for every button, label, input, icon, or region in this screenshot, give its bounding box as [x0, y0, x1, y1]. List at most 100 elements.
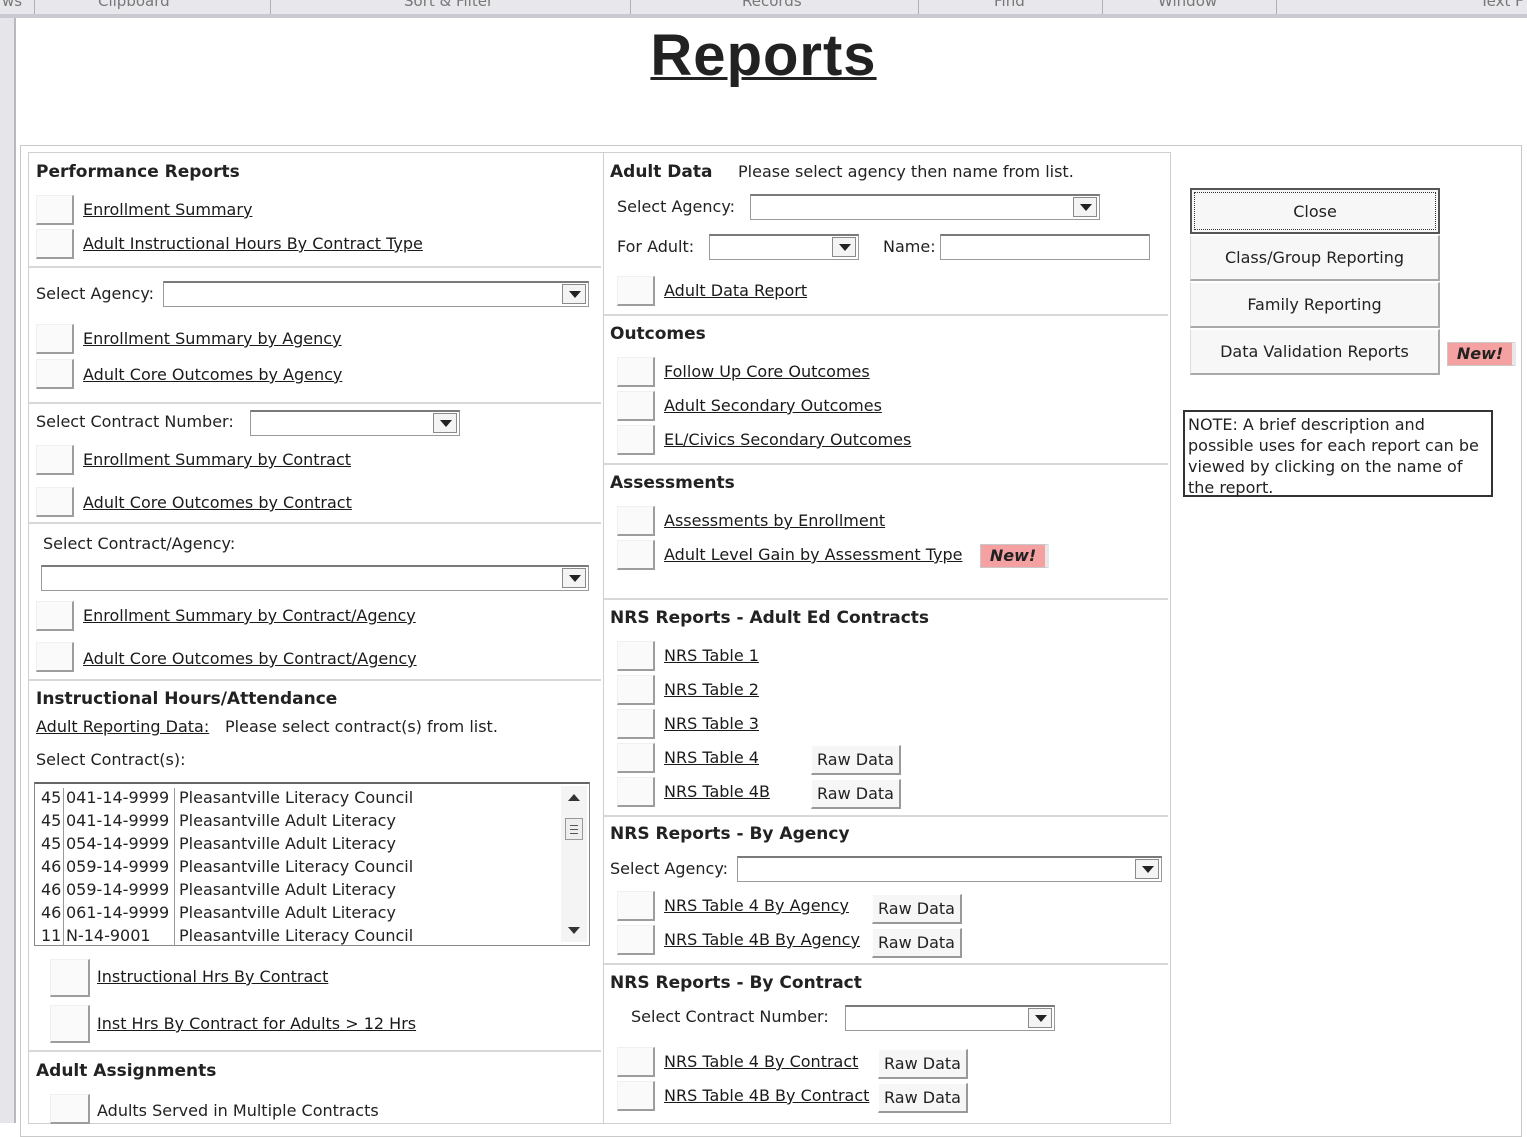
- level-gain-button[interactable]: [617, 540, 655, 570]
- close-button[interactable]: Close: [1190, 188, 1440, 234]
- select-agency-label: Select Agency:: [36, 284, 155, 303]
- chevron-down-icon[interactable]: [832, 237, 856, 257]
- adult-data-report-link[interactable]: Adult Data Report: [664, 281, 807, 300]
- instr-by-contract-link[interactable]: Instructional Hrs By Contract: [97, 967, 328, 986]
- enroll-by-contract-agency-button[interactable]: [36, 601, 74, 631]
- core-by-agency-button[interactable]: [36, 359, 74, 389]
- assessments-enrollment-link[interactable]: Assessments by Enrollment: [664, 511, 885, 530]
- nrs-agency-select[interactable]: [737, 856, 1162, 882]
- follow-up-link[interactable]: Follow Up Core Outcomes: [664, 362, 870, 381]
- nrs-table-2-button[interactable]: [617, 675, 655, 705]
- core-by-contract-agency-button[interactable]: [36, 642, 74, 672]
- instr-by-contract-button[interactable]: [50, 959, 90, 997]
- nrs-table-4b-agency-button[interactable]: [617, 925, 655, 955]
- chevron-down-icon[interactable]: [433, 413, 457, 433]
- scroll-down-icon[interactable]: [568, 927, 580, 934]
- follow-up-button[interactable]: [617, 357, 655, 387]
- agency-select[interactable]: [163, 281, 589, 307]
- list-item[interactable]: 45 041-14-9999 Pleasantville Adult Literac…: [35, 811, 555, 834]
- nrs-table-3-link[interactable]: NRS Table 3: [664, 714, 759, 733]
- class-group-reporting-button[interactable]: Class/Group Reporting: [1190, 235, 1440, 281]
- multiple-contracts-label[interactable]: Adults Served in Multiple Contracts: [97, 1101, 379, 1120]
- nrs-table-2-link[interactable]: NRS Table 2: [664, 680, 759, 699]
- enroll-by-contract-agency-link[interactable]: Enrollment Summary by Contract/Agency: [83, 606, 416, 625]
- nrs-table-4-agency-link[interactable]: NRS Table 4 By Agency: [664, 896, 849, 915]
- core-by-contract-agency-link[interactable]: Adult Core Outcomes by Contract/Agency: [83, 649, 417, 668]
- enroll-by-agency-button[interactable]: [36, 324, 74, 354]
- adult-data-agency-select[interactable]: [750, 194, 1100, 220]
- nrs-contract-4-raw-data-button[interactable]: Raw Data: [878, 1049, 968, 1079]
- navigation-pane-edge[interactable]: [0, 18, 16, 1123]
- adult-data-report-button[interactable]: [617, 276, 655, 306]
- nrs-table-3-button[interactable]: [617, 709, 655, 739]
- adult-data-agency-label: Select Agency:: [617, 197, 736, 216]
- secondary-outcomes-link[interactable]: Adult Secondary Outcomes: [664, 396, 882, 415]
- nrs-table-4-button[interactable]: [617, 743, 655, 773]
- for-adult-select[interactable]: [709, 234, 859, 260]
- secondary-outcomes-button[interactable]: [617, 391, 655, 421]
- report-note: NOTE: A brief description and possible u…: [1183, 410, 1493, 497]
- scroll-thumb[interactable]: [565, 818, 583, 840]
- scroll-up-icon[interactable]: [568, 794, 580, 801]
- assessments-enrollment-button[interactable]: [617, 506, 655, 536]
- adult-instr-hours-button[interactable]: [36, 229, 74, 259]
- data-validation-reports-button[interactable]: Data Validation Reports: [1190, 329, 1440, 375]
- contract-number-select[interactable]: [250, 410, 460, 436]
- core-by-agency-link[interactable]: Adult Core Outcomes by Agency: [83, 365, 342, 384]
- nrs-table-4-agency-button[interactable]: [617, 891, 655, 921]
- enroll-by-contract-button[interactable]: [36, 445, 74, 475]
- multiple-contracts-button[interactable]: [50, 1094, 90, 1124]
- chevron-down-icon[interactable]: [562, 284, 586, 304]
- chevron-down-icon[interactable]: [562, 568, 586, 588]
- nrs-agency-select-label: Select Agency:: [610, 859, 729, 878]
- nrs-table-4-raw-data-button[interactable]: Raw Data: [811, 745, 901, 775]
- nrs-table-4b-agency-link[interactable]: NRS Table 4B By Agency: [664, 930, 860, 949]
- inst-over-12-button[interactable]: [50, 1005, 90, 1043]
- nrs-table-4b-link[interactable]: NRS Table 4B: [664, 782, 770, 801]
- family-reporting-button[interactable]: Family Reporting: [1190, 282, 1440, 328]
- core-by-contract-button[interactable]: [36, 487, 74, 517]
- adult-reporting-data-link[interactable]: Adult Reporting Data:: [36, 717, 209, 736]
- list-item[interactable]: 46 059-14-9999 Pleasantville Literacy Coun…: [35, 857, 555, 880]
- nrs-table-4-contract-button[interactable]: [617, 1047, 655, 1077]
- nrs-table-1-link[interactable]: NRS Table 1: [664, 646, 759, 665]
- assignments-heading: Adult Assignments: [36, 1061, 217, 1081]
- list-item[interactable]: 46 061-14-9999 Pleasantville Adult Literac…: [35, 903, 555, 926]
- chevron-down-icon[interactable]: [1073, 197, 1097, 217]
- list-scrollbar[interactable]: [561, 786, 587, 942]
- nrs-agency-4b-raw-data-button[interactable]: Raw Data: [872, 928, 962, 958]
- enroll-by-agency-link[interactable]: Enrollment Summary by Agency: [83, 329, 342, 348]
- nrs-contract-select-label: Select Contract Number:: [631, 1007, 829, 1026]
- nrs-table-1-button[interactable]: [617, 641, 655, 671]
- nrs-agency-4-raw-data-button[interactable]: Raw Data: [872, 894, 962, 924]
- select-contracts-label: Select Contract(s):: [36, 750, 186, 769]
- assessments-heading: Assessments: [610, 473, 735, 493]
- level-gain-link[interactable]: Adult Level Gain by Assessment Type: [664, 545, 962, 564]
- enrollment-summary-button[interactable]: [36, 195, 74, 225]
- adult-instr-hours-link[interactable]: Adult Instructional Hours By Contract Ty…: [83, 234, 423, 253]
- chevron-down-icon[interactable]: [1135, 859, 1159, 879]
- nrs-table-4-link[interactable]: NRS Table 4: [664, 748, 759, 767]
- core-by-contract-link[interactable]: Adult Core Outcomes by Contract: [83, 493, 352, 512]
- nrs-table-4-contract-link[interactable]: NRS Table 4 By Contract: [664, 1052, 858, 1071]
- inst-over-12-link[interactable]: Inst Hrs By Contract for Adults > 12 Hrs: [97, 1014, 416, 1033]
- nrs-contract-4b-raw-data-button[interactable]: Raw Data: [878, 1083, 968, 1113]
- chevron-down-icon[interactable]: [1028, 1008, 1052, 1028]
- contract-agency-select[interactable]: [41, 565, 589, 591]
- name-input[interactable]: [940, 234, 1150, 260]
- nrs-table-4b-contract-link[interactable]: NRS Table 4B By Contract: [664, 1086, 869, 1105]
- list-item[interactable]: 45 041-14-9999 Pleasantville Literacy Coun…: [35, 788, 555, 811]
- el-civics-link[interactable]: EL/Civics Secondary Outcomes: [664, 430, 911, 449]
- nrs-contract-select[interactable]: [845, 1005, 1055, 1031]
- list-item[interactable]: 11 N-14-9001 Pleasantville Literacy Counci…: [35, 926, 555, 949]
- nrs-table-4b-button[interactable]: [617, 777, 655, 807]
- list-item[interactable]: 45 054-14-9999 Pleasantville Adult Literac…: [35, 834, 555, 857]
- nrs-table-4b-contract-button[interactable]: [617, 1081, 655, 1111]
- el-civics-button[interactable]: [617, 425, 655, 455]
- nrs-table-4b-raw-data-button[interactable]: Raw Data: [811, 779, 901, 809]
- enrollment-summary-link[interactable]: Enrollment Summary: [83, 200, 252, 219]
- nrs-adult-ed-heading: NRS Reports - Adult Ed Contracts: [610, 608, 930, 628]
- list-item[interactable]: 46 059-14-9999 Pleasantville Adult Literac…: [35, 880, 555, 903]
- contracts-list[interactable]: 45 041-14-9999 Pleasantville Literacy Coun…: [34, 782, 590, 946]
- enroll-by-contract-link[interactable]: Enrollment Summary by Contract: [83, 450, 351, 469]
